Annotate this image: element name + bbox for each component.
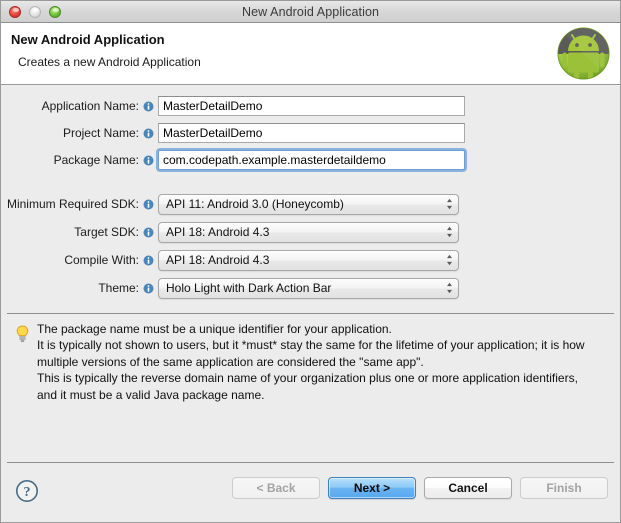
tip-text: The package name must be a unique identi… (37, 321, 606, 403)
field-row-project-name: Project Name: (1, 122, 465, 144)
button-bar: ? < Back Next > Cancel Finish (1, 463, 620, 518)
compile-with-value: API 18: Android 4.3 (166, 253, 270, 267)
page-title: New Android Application (11, 32, 165, 47)
field-row-theme: Theme: Holo Light with Dark Action Bar (1, 277, 459, 299)
cancel-button[interactable]: Cancel (424, 477, 512, 499)
info-icon[interactable] (143, 255, 154, 266)
target-sdk-value: API 18: Android 4.3 (166, 225, 270, 239)
minimum-required-sdk-value: API 11: Android 3.0 (Honeycomb) (166, 197, 344, 211)
application-name-input[interactable] (158, 96, 465, 116)
field-row-compile-with: Compile With: API 18: Android 4.3 (1, 249, 459, 271)
label-compile-with: Compile With: (64, 253, 139, 267)
target-sdk-dropdown[interactable]: API 18: Android 4.3 (158, 221, 459, 243)
project-name-input[interactable] (158, 123, 465, 143)
info-icon[interactable] (143, 227, 154, 238)
label-target-sdk: Target SDK: (74, 225, 139, 239)
help-icon[interactable]: ? (15, 479, 39, 503)
info-icon[interactable] (143, 283, 154, 294)
finish-button[interactable]: Finish (520, 477, 608, 499)
info-icon[interactable] (143, 101, 154, 112)
info-icon[interactable] (143, 155, 154, 166)
minimum-required-sdk-dropdown[interactable]: API 11: Android 3.0 (Honeycomb) (158, 193, 459, 215)
tip-panel: The package name must be a unique identi… (1, 314, 620, 462)
minimize-button[interactable] (29, 5, 41, 18)
svg-text:?: ? (24, 485, 31, 500)
new-android-application-window: New Android Application New Android Appl… (0, 0, 621, 523)
package-name-input[interactable] (158, 150, 465, 170)
window-titlebar: New Android Application (1, 1, 620, 23)
traffic-light-group (9, 5, 61, 18)
chevron-updown-icon (447, 254, 452, 266)
field-row-target-sdk: Target SDK: API 18: Android 4.3 (1, 221, 459, 243)
window-title: New Android Application (241, 4, 380, 19)
tip-line: and it must be a valid Java package name… (37, 387, 265, 402)
theme-dropdown[interactable]: Holo Light with Dark Action Bar (158, 277, 459, 299)
tip-line: This is typically the reverse domain nam… (37, 371, 578, 386)
label-application-name: Application Name: (41, 99, 139, 113)
info-icon[interactable] (143, 199, 154, 210)
chevron-updown-icon (447, 198, 452, 210)
zoom-button[interactable] (49, 5, 61, 18)
lightbulb-icon (16, 325, 29, 343)
label-minimum-required-sdk: Minimum Required SDK: (6, 197, 139, 211)
back-button[interactable]: < Back (232, 477, 320, 499)
android-robot-logo (557, 27, 610, 80)
tip-line: The package name must be a unique identi… (37, 322, 392, 336)
form-area: Application Name: Project Name: Package … (1, 85, 620, 313)
chevron-updown-icon (447, 282, 452, 294)
next-button[interactable]: Next > (328, 477, 416, 499)
wizard-buttons: < Back Next > Cancel Finish (232, 477, 608, 499)
page-subtitle: Creates a new Android Application (18, 55, 201, 69)
field-row-package-name: Package Name: (1, 149, 465, 171)
tip-line: It is typically not shown to users, but … (37, 338, 585, 353)
label-project-name: Project Name: (62, 126, 139, 140)
close-button[interactable] (9, 5, 21, 18)
info-icon[interactable] (143, 128, 154, 139)
label-package-name: Package Name: (53, 153, 139, 167)
compile-with-dropdown[interactable]: API 18: Android 4.3 (158, 249, 459, 271)
field-row-minimum-required-sdk: Minimum Required SDK: API 11: Android 3.… (1, 193, 459, 215)
theme-value: Holo Light with Dark Action Bar (166, 281, 332, 295)
wizard-header: New Android Application Creates a new An… (1, 23, 620, 85)
label-theme: Theme: (98, 281, 139, 295)
field-row-application-name: Application Name: (1, 95, 465, 117)
chevron-updown-icon (447, 226, 452, 238)
tip-line: multiple versions of the same applicatio… (37, 354, 424, 369)
